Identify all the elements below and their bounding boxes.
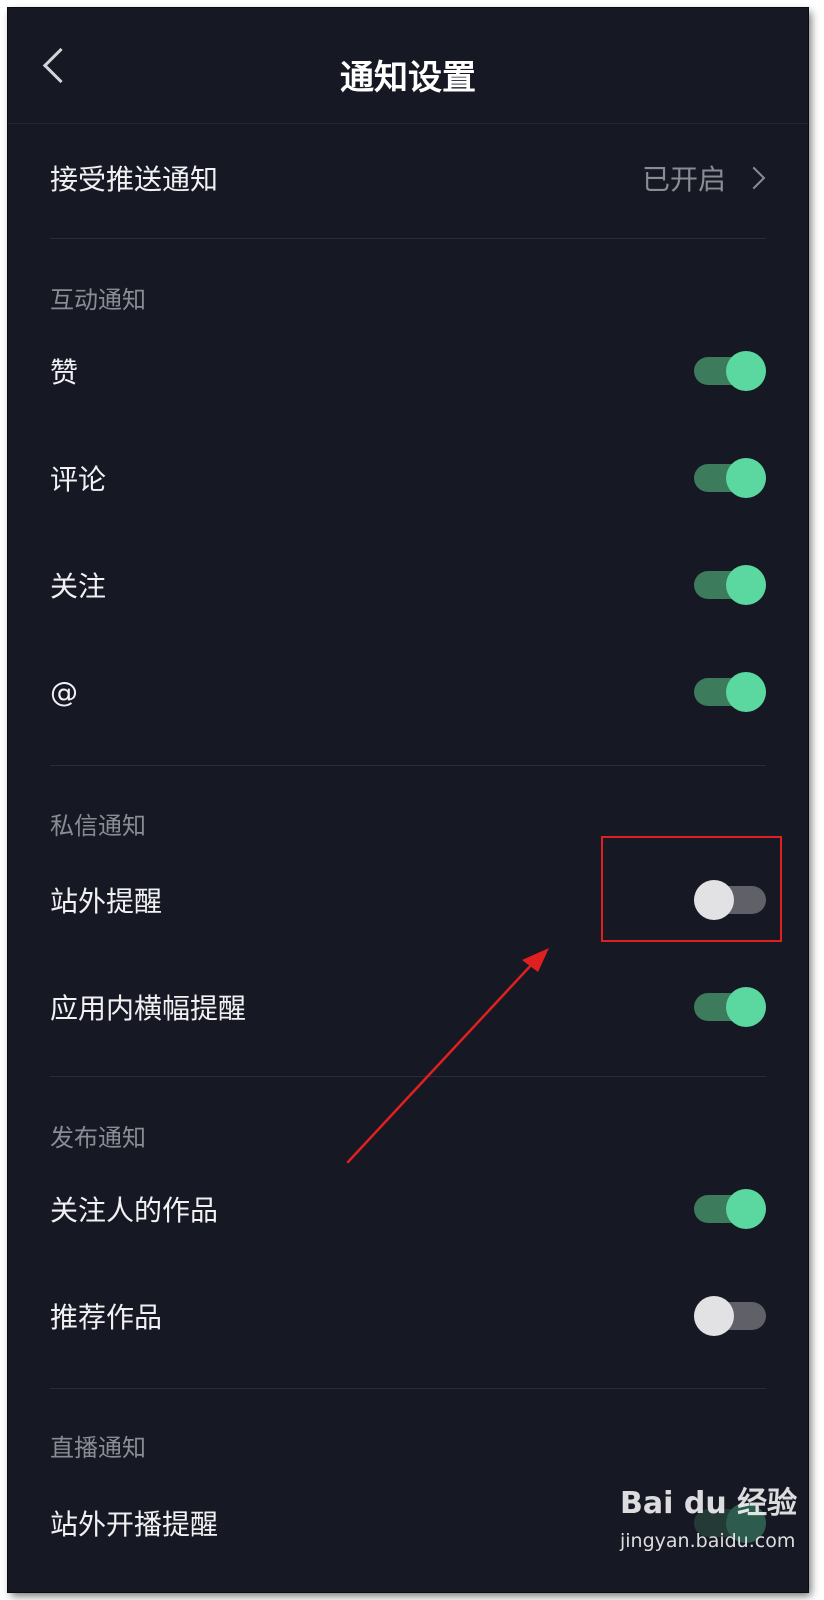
recommended-works-toggle[interactable] bbox=[694, 1296, 766, 1336]
follow-toggle[interactable] bbox=[694, 565, 766, 605]
setting-label: 关注人的作品 bbox=[50, 1194, 219, 1227]
page-title: 通知设置 bbox=[340, 58, 476, 98]
live-reminder-toggle[interactable] bbox=[694, 1503, 766, 1543]
push-notification-status: 已开启 bbox=[641, 163, 726, 196]
setting-row-recommended-works: 推荐作品 bbox=[50, 1281, 766, 1351]
setting-row-inapp-banner: 应用内横幅提醒 bbox=[50, 972, 766, 1042]
setting-row-offsite-reminder: 站外提醒 bbox=[50, 865, 766, 935]
setting-label: 应用内横幅提醒 bbox=[50, 992, 247, 1025]
setting-label: 赞 bbox=[50, 356, 79, 389]
push-notification-label: 接受推送通知 bbox=[50, 163, 219, 196]
divider bbox=[50, 238, 766, 239]
divider bbox=[50, 1076, 766, 1077]
setting-label: 站外开播提醒 bbox=[50, 1508, 219, 1541]
like-toggle[interactable] bbox=[694, 351, 766, 391]
setting-row-comment: 评论 bbox=[50, 443, 766, 513]
section-title-live: 直播通知 bbox=[50, 1434, 146, 1462]
setting-label: 评论 bbox=[50, 463, 107, 496]
phone-screen: 通知设置 接受推送通知 已开启 互动通知 赞 评论 关注 @ 私信通知 站外提醒… bbox=[8, 8, 808, 1592]
divider bbox=[50, 765, 766, 766]
setting-row-followed-works: 关注人的作品 bbox=[50, 1174, 766, 1244]
inapp-banner-toggle[interactable] bbox=[694, 987, 766, 1027]
divider bbox=[50, 1388, 766, 1389]
chevron-right-icon bbox=[742, 166, 766, 190]
setting-row-follow: 关注 bbox=[50, 550, 766, 620]
section-title-message: 私信通知 bbox=[50, 812, 146, 840]
setting-label: @ bbox=[50, 675, 78, 709]
offsite-reminder-toggle[interactable] bbox=[694, 880, 766, 920]
setting-row-live-reminder: 站外开播提醒 bbox=[50, 1488, 766, 1558]
push-notification-row[interactable]: 接受推送通知 已开启 bbox=[50, 143, 766, 213]
section-title-publish: 发布通知 bbox=[50, 1124, 146, 1152]
setting-label: 站外提醒 bbox=[50, 885, 163, 918]
header-bar: 通知设置 bbox=[8, 8, 808, 124]
setting-label: 推荐作品 bbox=[50, 1301, 163, 1334]
mention-toggle[interactable] bbox=[694, 672, 766, 712]
setting-row-mention: @ bbox=[50, 657, 766, 727]
comment-toggle[interactable] bbox=[694, 458, 766, 498]
setting-label: 关注 bbox=[50, 570, 107, 603]
section-title-interaction: 互动通知 bbox=[50, 286, 146, 314]
setting-row-like: 赞 bbox=[50, 336, 766, 406]
followed-works-toggle[interactable] bbox=[694, 1189, 766, 1229]
